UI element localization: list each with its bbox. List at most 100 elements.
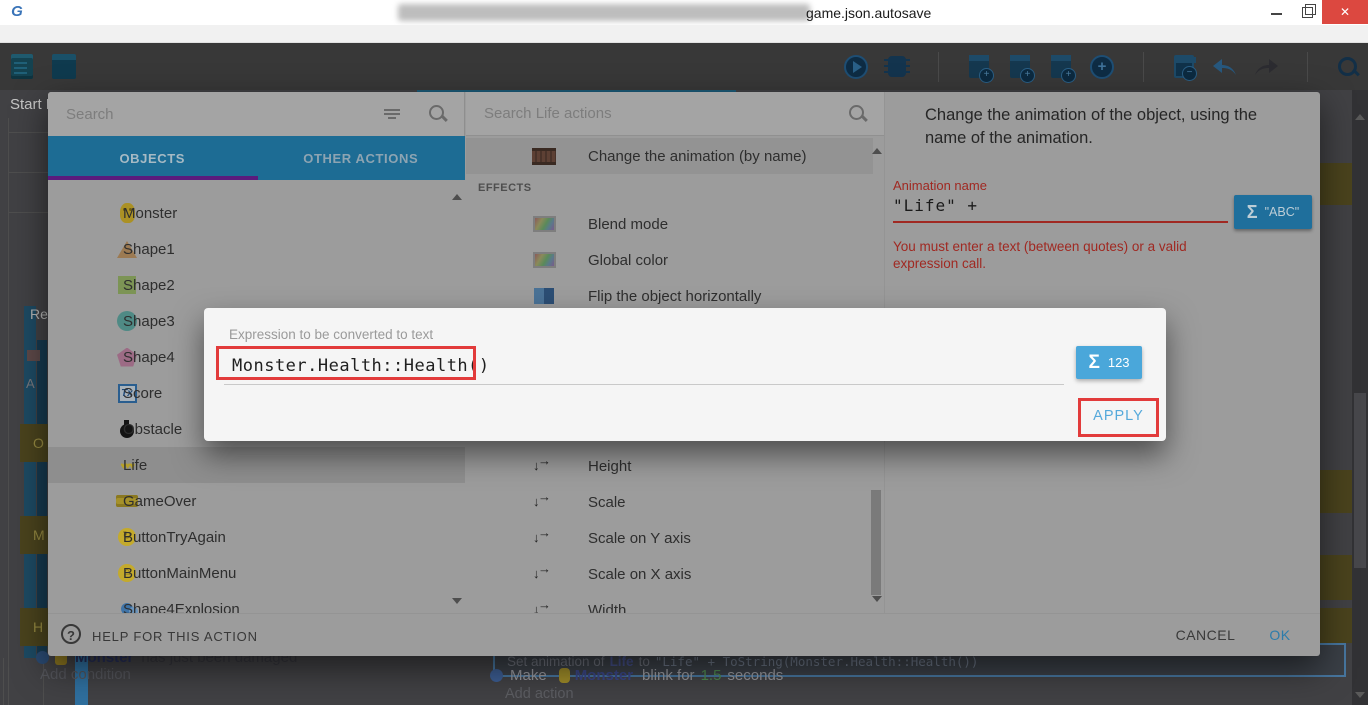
action-description: Change the animation of the object, usin…: [925, 104, 1297, 150]
add-comment-icon[interactable]: [1047, 52, 1075, 82]
actions-scrollbar-thumb[interactable]: [871, 490, 881, 595]
event-tree-line: [8, 118, 9, 705]
object-name: Obstacle: [123, 421, 182, 438]
blink-action-row[interactable]: Make Monster blink for 1.5 seconds: [490, 664, 1190, 686]
event-tree-line: [3, 658, 4, 705]
parameter-label: Animation name: [893, 178, 987, 193]
toolbar-divider: [1129, 52, 1157, 82]
preview-play-icon[interactable]: [842, 52, 870, 82]
section-header: EFFECTS: [478, 182, 532, 194]
add-action-link[interactable]: Add action: [505, 686, 574, 702]
object-list-item[interactable]: Life: [48, 447, 465, 483]
scene-editor-icon[interactable]: [8, 52, 36, 82]
object-name: Score: [123, 385, 162, 402]
objects-search-input[interactable]: [48, 106, 384, 123]
filter-icon[interactable]: [384, 108, 400, 120]
object-list-item[interactable]: Shape4Explosion: [48, 591, 465, 613]
event-group-row: [1320, 608, 1352, 643]
action-text: blink for: [642, 667, 695, 684]
scroll-up-icon[interactable]: [452, 194, 462, 200]
action-list-item[interactable]: Global color: [466, 242, 873, 278]
open-expression-builder-button[interactable]: Σ 123: [1076, 346, 1142, 379]
restore-icon[interactable]: [1292, 0, 1322, 24]
action-name: Scale on X axis: [588, 566, 691, 583]
animation-name-input[interactable]: [893, 196, 1228, 223]
action-list-item[interactable]: Scale: [466, 484, 873, 520]
action-list-item[interactable]: Height: [466, 448, 873, 484]
clipped-event-text: Re: [30, 306, 48, 322]
blurred-file-path: [398, 4, 810, 21]
object-list-item[interactable]: Shape2: [48, 267, 465, 303]
object-name: ButtonMainMenu: [123, 565, 236, 582]
tab-objects[interactable]: OBJECTS: [48, 136, 257, 180]
event-group-row[interactable]: H: [20, 608, 48, 646]
scroll-down-icon[interactable]: [872, 596, 882, 602]
object-list-item[interactable]: ButtonMainMenu: [48, 555, 465, 591]
action-icon: [532, 214, 556, 234]
undo-icon[interactable]: [1211, 52, 1239, 82]
open-expression-editor-button[interactable]: Σ "ABC": [1234, 195, 1312, 229]
close-icon[interactable]: ✕: [1322, 0, 1368, 24]
toolbar-divider: [1293, 52, 1321, 82]
toolbar-divider: [924, 52, 952, 82]
object-name: Monster: [123, 205, 177, 222]
ok-button[interactable]: OK: [1260, 627, 1300, 643]
dialog-footer: ? HELP FOR THIS ACTION CANCEL OK: [48, 613, 1320, 656]
scroll-up-icon[interactable]: [1355, 114, 1365, 120]
title-bar: G game.json.autosave ✕: [0, 0, 1368, 25]
debugger-icon[interactable]: [883, 52, 911, 82]
help-icon[interactable]: ?: [61, 624, 81, 644]
clipped-event-text: H: [33, 619, 43, 635]
events-scrollbar-thumb[interactable]: [1354, 393, 1366, 568]
actions-list-top: Change the animation (by name): [466, 138, 873, 174]
search-icon[interactable]: [428, 104, 448, 124]
object-list-item[interactable]: ButtonTryAgain: [48, 519, 465, 555]
delete-event-icon[interactable]: [1170, 52, 1198, 82]
clipped-event-icon: [27, 350, 40, 361]
event-group-row: [1320, 470, 1352, 513]
scroll-down-icon[interactable]: [1355, 692, 1365, 698]
actions-search-input[interactable]: [466, 105, 848, 122]
object-list-item[interactable]: GameOver: [48, 483, 465, 519]
action-name: Height: [588, 458, 631, 475]
add-condition-link[interactable]: Add condition: [40, 666, 131, 683]
action-name: Flip the object horizontally: [588, 288, 761, 305]
monster-object-icon: [559, 668, 570, 683]
action-list-item[interactable]: Blend mode: [466, 206, 873, 242]
scroll-up-icon[interactable]: [872, 148, 882, 154]
window-editor-icon[interactable]: [50, 52, 78, 82]
object-list-item[interactable]: Shape1: [48, 231, 465, 267]
action-icon: [532, 492, 556, 512]
action-list-item[interactable]: Width: [466, 592, 873, 613]
tab-other-actions[interactable]: OTHER ACTIONS: [257, 136, 466, 180]
search-events-icon[interactable]: [1334, 52, 1362, 82]
scroll-down-icon[interactable]: [452, 598, 462, 604]
add-circle-icon[interactable]: +: [1088, 52, 1116, 82]
help-link[interactable]: HELP FOR THIS ACTION: [92, 629, 258, 644]
minimize-icon[interactable]: [1262, 0, 1292, 24]
object-list-item[interactable]: Monster: [48, 195, 465, 231]
add-subevent-icon[interactable]: [1006, 52, 1034, 82]
expression-type-label: 123: [1108, 355, 1130, 370]
cancel-button[interactable]: CANCEL: [1168, 627, 1243, 643]
expression-field-label: Expression to be converted to text: [229, 327, 433, 342]
object-name: Life: [123, 457, 147, 474]
action-name: Blend mode: [588, 216, 668, 233]
search-icon[interactable]: [848, 104, 868, 124]
add-event-icon[interactable]: [965, 52, 993, 82]
action-icon: [532, 564, 556, 584]
expression-editor-modal: Expression to be converted to text Σ 123…: [204, 308, 1166, 441]
event-tree-line: [8, 212, 48, 213]
event-group-row[interactable]: O: [20, 424, 48, 462]
action-list-item[interactable]: Scale on X axis: [466, 556, 873, 592]
action-list-item[interactable]: Change the animation (by name): [466, 138, 873, 174]
action-icon: [532, 528, 556, 548]
action-text: seconds: [727, 667, 783, 684]
event-group-row[interactable]: M: [20, 516, 48, 554]
object-name: Shape4: [123, 349, 175, 366]
gdevelop-logo-icon: G: [8, 3, 26, 21]
action-list-item[interactable]: Scale on Y axis: [466, 520, 873, 556]
action-name: Width: [588, 602, 626, 614]
redo-icon[interactable]: [1252, 52, 1280, 82]
clipped-event-text: O: [33, 435, 44, 451]
